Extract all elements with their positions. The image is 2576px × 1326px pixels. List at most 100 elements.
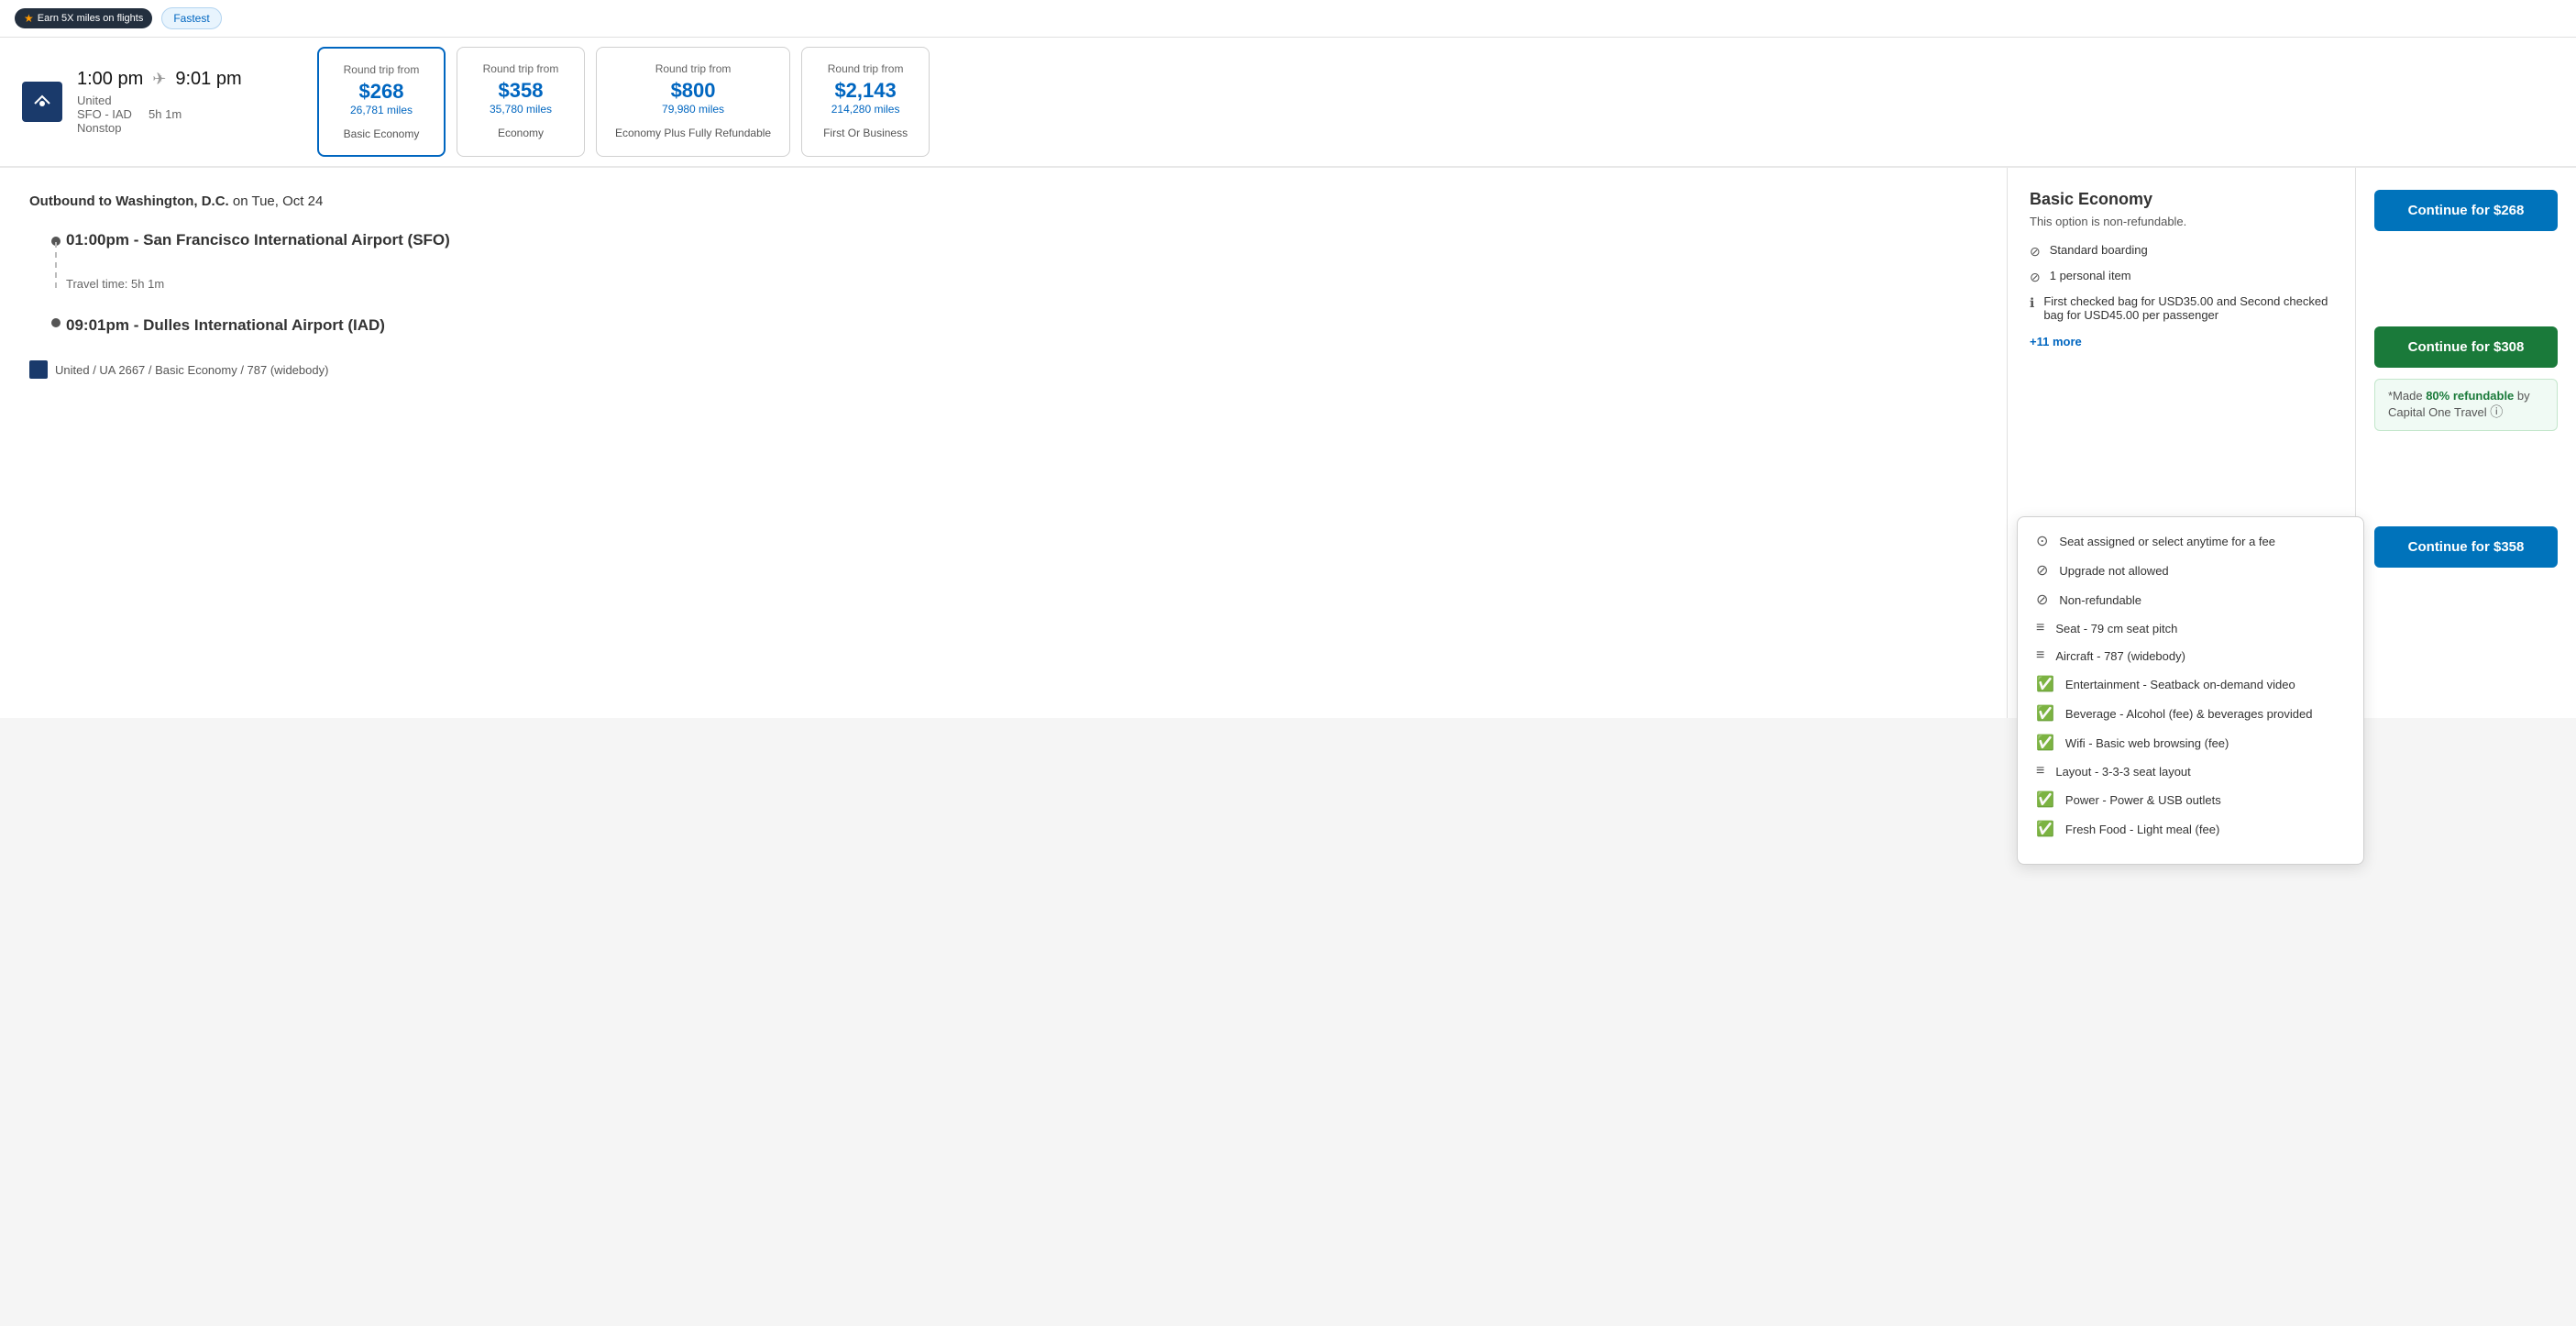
flight-times-block: 1:00 pm ✈ 9:01 pm United SFO - IAD 5h 1m… xyxy=(77,69,242,135)
depart-time: 1:00 pm xyxy=(77,69,143,90)
flight-duration: 5h 1m xyxy=(149,107,182,121)
dropdown-item-5: ✅ Entertainment - Seatback on-demand vid… xyxy=(2036,675,2345,693)
dropdown-item-7: ✅ Wifi - Basic web browsing (fee) xyxy=(2036,734,2345,752)
main-content: Outbound to Washington, D.C. on Tue, Oct… xyxy=(0,168,2576,718)
flight-info: 1:00 pm ✈ 9:01 pm United SFO - IAD 5h 1m… xyxy=(0,38,312,166)
dropdown-text-0: Seat assigned or select anytime for a fe… xyxy=(2059,535,2275,548)
more-features-link[interactable]: +11 more xyxy=(2030,335,2082,348)
flight-row: 1:00 pm ✈ 9:01 pm United SFO - IAD 5h 1m… xyxy=(0,38,2576,168)
dropdown-item-10: ✅ Fresh Food - Light meal (fee) xyxy=(2036,820,2345,838)
no-icon-1: ⊘ xyxy=(2030,244,2041,260)
feature-checked-bag: ℹ First checked bag for USD35.00 and Sec… xyxy=(2030,294,2333,322)
flight-arrow-icon: ✈ xyxy=(152,70,166,89)
dropdown-icon-10: ✅ xyxy=(2036,820,2054,838)
price-card-economy[interactable]: Round trip from $358 35,780 miles Econom… xyxy=(457,47,585,157)
miles-badge: ★ Earn 5X miles on flights xyxy=(15,8,152,28)
outbound-title-bold: Outbound to Washington, D.C. xyxy=(29,193,229,209)
dropdown-icon-8: ≡ xyxy=(2036,763,2044,779)
from-label-0: Round trip from xyxy=(337,63,425,76)
non-refundable-text: This option is non-refundable. xyxy=(2030,215,2333,228)
dropdown-item-9: ✅ Power - Power & USB outlets xyxy=(2036,790,2345,809)
depart-time-detail: 01:00pm xyxy=(66,231,129,249)
airline-logo xyxy=(22,82,62,122)
refundable-prefix: *Made xyxy=(2388,389,2426,403)
miles-3: 214,280 miles xyxy=(820,103,910,116)
refundable-bold: 80% refundable xyxy=(2426,389,2514,403)
info-icon-1: ℹ xyxy=(2030,295,2034,311)
continue-358-button[interactable]: Continue for $358 xyxy=(2374,526,2558,568)
dropdown-item-6: ✅ Beverage - Alcohol (fee) & beverages p… xyxy=(2036,704,2345,723)
dropdown-item-0: ⊙ Seat assigned or select anytime for a … xyxy=(2036,532,2345,550)
price-card-basic-economy[interactable]: Round trip from $268 26,781 miles Basic … xyxy=(317,47,446,157)
dropdown-text-10: Fresh Food - Light meal (fee) xyxy=(2065,823,2219,836)
arrive-airport: Dulles International Airport (IAD) xyxy=(143,316,385,334)
flight-route: SFO - IAD xyxy=(77,107,132,121)
fastest-badge: Fastest xyxy=(161,7,221,29)
arrive-dot xyxy=(51,318,61,327)
ua-logo-small xyxy=(29,360,48,379)
feature-standard-boarding: ⊘ Standard boarding xyxy=(2030,243,2333,260)
left-panel: Outbound to Washington, D.C. on Tue, Oct… xyxy=(0,168,2008,718)
price-amount-0: $268 xyxy=(337,80,425,104)
refundable-info-icon[interactable]: ⓘ xyxy=(2490,404,2503,419)
dropdown-icon-0: ⊙ xyxy=(2036,532,2048,550)
dash-separator: - xyxy=(134,231,143,249)
from-label-3: Round trip from xyxy=(820,62,910,75)
cabin-2: Economy Plus Fully Refundable xyxy=(615,127,771,139)
feature-text-1: 1 personal item xyxy=(2050,269,2131,282)
top-bar: ★ Earn 5X miles on flights Fastest xyxy=(0,0,2576,38)
timeline-line xyxy=(55,242,57,288)
from-label-1: Round trip from xyxy=(476,62,566,75)
continue-268-button[interactable]: Continue for $268 xyxy=(2374,190,2558,231)
cta-panel: Continue for $268 Continue for $308 *Mad… xyxy=(2356,168,2576,718)
depart-airport: San Francisco International Airport (SFO… xyxy=(143,231,450,249)
dropdown-item-8: ≡ Layout - 3-3-3 seat layout xyxy=(2036,763,2345,779)
price-amount-3: $2,143 xyxy=(820,79,910,103)
dropdown-icon-3: ≡ xyxy=(2036,620,2044,636)
dropdown-item-3: ≡ Seat - 79 cm seat pitch xyxy=(2036,620,2345,636)
dropdown-icon-1: ⊘ xyxy=(2036,561,2048,580)
flight-meta: United / UA 2667 / Basic Economy / 787 (… xyxy=(29,360,1977,379)
travel-time-item: Travel time: 5h 1m xyxy=(66,262,1977,305)
features-dropdown: ⊙ Seat assigned or select anytime for a … xyxy=(2017,516,2364,865)
from-label-2: Round trip from xyxy=(615,62,771,75)
dash-separator-2: - xyxy=(134,316,143,334)
flight-meta-text: United / UA 2667 / Basic Economy / 787 (… xyxy=(55,363,328,377)
flight-stops: Nonstop xyxy=(77,121,121,135)
dropdown-text-5: Entertainment - Seatback on-demand video xyxy=(2065,678,2295,691)
outbound-date: on Tue, Oct 24 xyxy=(233,193,323,209)
feature-personal-item: ⊘ 1 personal item xyxy=(2030,269,2333,285)
miles-1: 35,780 miles xyxy=(476,103,566,116)
arrive-item: 09:01pm - Dulles International Airport (… xyxy=(51,313,1977,335)
no-icon-2: ⊘ xyxy=(2030,270,2041,285)
dropdown-text-3: Seat - 79 cm seat pitch xyxy=(2055,622,2177,635)
dropdown-text-4: Aircraft - 787 (widebody) xyxy=(2055,649,2185,663)
dropdown-text-8: Layout - 3-3-3 seat layout xyxy=(2055,765,2190,779)
price-amount-1: $358 xyxy=(476,79,566,103)
price-amount-2: $800 xyxy=(615,79,771,103)
price-card-first-business[interactable]: Round trip from $2,143 214,280 miles Fir… xyxy=(801,47,930,157)
outbound-title: Outbound to Washington, D.C. on Tue, Oct… xyxy=(29,193,1977,209)
feature-text-2: First checked bag for USD35.00 and Secon… xyxy=(2043,294,2333,322)
continue-308-button[interactable]: Continue for $308 xyxy=(2374,326,2558,368)
dropdown-icon-2: ⊘ xyxy=(2036,591,2048,609)
dropdown-item-1: ⊘ Upgrade not allowed xyxy=(2036,561,2345,580)
miles-0: 26,781 miles xyxy=(337,104,425,116)
arrive-time-detail: 09:01pm xyxy=(66,316,129,334)
airline-name: United xyxy=(77,94,112,107)
miles-badge-text: Earn 5X miles on flights xyxy=(38,13,144,24)
dropdown-item-4: ≡ Aircraft - 787 (widebody) xyxy=(2036,647,2345,664)
flight-timeline: 01:00pm - San Francisco International Ai… xyxy=(29,231,1977,335)
miles-2: 79,980 miles xyxy=(615,103,771,116)
dropdown-item-2: ⊘ Non-refundable xyxy=(2036,591,2345,609)
right-panel: Basic Economy This option is non-refunda… xyxy=(2008,168,2356,718)
cabin-0: Basic Economy xyxy=(337,127,425,140)
depart-item: 01:00pm - San Francisco International Ai… xyxy=(51,231,1977,255)
arrive-time: 9:01 pm xyxy=(175,69,241,90)
price-cards: Round trip from $268 26,781 miles Basic … xyxy=(312,38,2576,166)
feature-text-0: Standard boarding xyxy=(2050,243,2148,257)
dropdown-text-1: Upgrade not allowed xyxy=(2059,564,2168,578)
refundable-note: *Made 80% refundable by Capital One Trav… xyxy=(2374,379,2558,431)
price-card-economy-plus[interactable]: Round trip from $800 79,980 miles Econom… xyxy=(596,47,790,157)
fastest-label: Fastest xyxy=(173,12,209,25)
